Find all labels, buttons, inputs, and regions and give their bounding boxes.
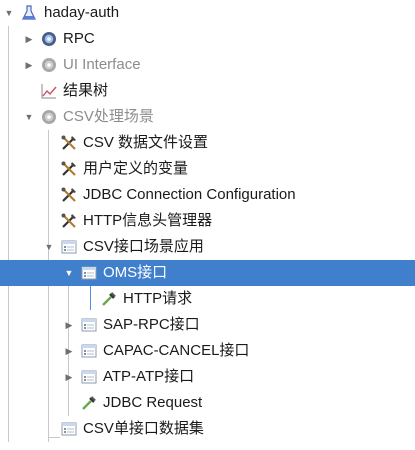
chevron-right-icon[interactable]: ▶ <box>23 52 35 78</box>
controller-icon <box>80 342 98 360</box>
tree-node-label: HTTP请求 <box>123 290 193 307</box>
tree-node-label: 用户定义的变量 <box>83 160 189 177</box>
tools-icon <box>60 160 78 178</box>
tree-node-label: RPC <box>63 30 95 47</box>
tree-node-user-variables[interactable]: 用户定义的变量 <box>0 156 415 182</box>
tree-node-label: UI Interface <box>63 56 141 73</box>
tree-node-jdbc-request[interactable]: JDBC Request <box>0 390 415 416</box>
tree-node-label: JDBC Request <box>103 394 203 411</box>
tree-node-label: haday-auth <box>44 4 120 21</box>
controller-icon <box>60 238 78 256</box>
tree-node-label: CSV 数据文件设置 <box>83 134 209 151</box>
chevron-right-icon[interactable]: ▶ <box>23 26 35 52</box>
tree-node-label: CSV接口场景应用 <box>83 238 204 255</box>
tree-node-csv-interface-app[interactable]: ▼ CSV接口场景应用 <box>0 234 415 260</box>
tree-node-csv-data-set[interactable]: CSV 数据文件设置 <box>0 130 415 156</box>
tree-node-sap-rpc[interactable]: ▶ SAP-RPC接口 <box>0 312 415 338</box>
chevron-down-icon[interactable]: ▼ <box>43 234 55 260</box>
pipette-icon <box>100 290 118 308</box>
tree-node-haday-auth[interactable]: ▼ haday-auth <box>0 0 415 26</box>
chevron-right-icon[interactable]: ▶ <box>63 312 75 338</box>
tree-node-http-request[interactable]: HTTP请求 <box>0 286 415 312</box>
tree-node-label: OMS接口 <box>103 264 168 281</box>
tree-node-label: ATP-ATP接口 <box>103 368 195 385</box>
tree-node-oms-interface[interactable]: ▼ OMS接口 <box>0 260 415 286</box>
chevron-down-icon[interactable]: ▼ <box>63 260 75 286</box>
tree-node-label: CSV单接口数据集 <box>83 420 204 437</box>
tree-node-label: CSV处理场景 <box>63 108 154 125</box>
controller-icon <box>60 420 78 438</box>
tools-icon <box>60 134 78 152</box>
tree-node-label: JDBC Connection Configuration <box>83 186 296 203</box>
tree-node-jdbc-connection[interactable]: JDBC Connection Configuration <box>0 182 415 208</box>
flask-icon <box>20 4 38 22</box>
gear-icon <box>40 56 58 74</box>
tree-node-result-tree[interactable]: 结果树 <box>0 78 415 104</box>
tools-icon <box>60 186 78 204</box>
tree-node-label: CAPAC-CANCEL接口 <box>103 342 250 359</box>
tools-icon <box>60 212 78 230</box>
chevron-down-icon[interactable]: ▼ <box>23 104 35 130</box>
gear-icon <box>40 108 58 126</box>
chevron-right-icon[interactable]: ▶ <box>63 364 75 390</box>
controller-icon <box>80 368 98 386</box>
tree-node-capac-cancel[interactable]: ▶ CAPAC-CANCEL接口 <box>0 338 415 364</box>
chevron-right-icon[interactable]: ▶ <box>63 338 75 364</box>
tree-node-label: 结果树 <box>63 82 109 99</box>
pipette-icon <box>80 394 98 412</box>
graph-icon <box>40 82 58 100</box>
tree-node-label: HTTP信息头管理器 <box>83 212 213 229</box>
tree-node-rpc[interactable]: ▶ RPC <box>0 26 415 52</box>
tree-node-ui-interface[interactable]: ▶ UI Interface <box>0 52 415 78</box>
tree-node-http-header-manager[interactable]: HTTP信息头管理器 <box>0 208 415 234</box>
gear-icon <box>40 30 58 48</box>
chevron-down-icon[interactable]: ▼ <box>3 0 15 26</box>
controller-icon <box>80 264 98 282</box>
tree-node-csv-single-dataset[interactable]: CSV单接口数据集 <box>0 416 415 442</box>
tree-node-label: SAP-RPC接口 <box>103 316 200 333</box>
tree-node-atp-atp[interactable]: ▶ ATP-ATP接口 <box>0 364 415 390</box>
tree-node-csv-scene[interactable]: ▼ CSV处理场景 <box>0 104 415 130</box>
controller-icon <box>80 316 98 334</box>
